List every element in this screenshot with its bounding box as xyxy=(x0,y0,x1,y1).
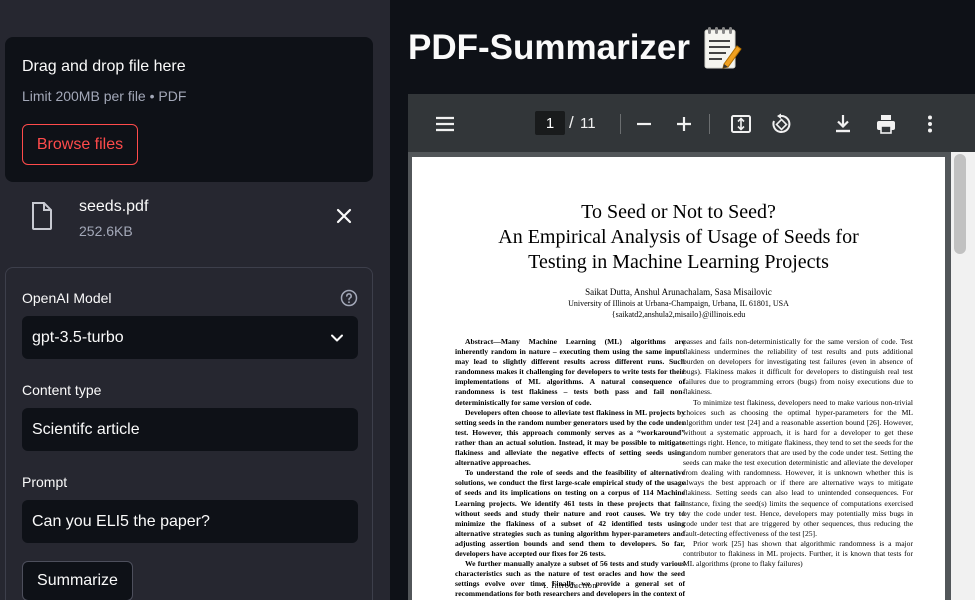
dropzone-limit-text: Limit 200MB per file • PDF xyxy=(22,88,187,104)
paper-title-line: An Empirical Analysis of Usage of Seeds … xyxy=(498,226,859,248)
total-pages: 11 xyxy=(580,115,596,132)
memo-icon xyxy=(704,27,742,69)
summarizer-form: OpenAI Model gpt-3.5-turbo Content type … xyxy=(5,267,373,600)
uploaded-file-row: seeds.pdf 252.6KB xyxy=(0,190,390,250)
content-type-input[interactable]: Scientifc article xyxy=(22,408,358,451)
body-paragraph: Prior work [25] has shown that algorithm… xyxy=(683,538,913,569)
toolbar-divider xyxy=(620,114,621,134)
help-icon[interactable] xyxy=(340,289,358,307)
page-separator: / xyxy=(569,113,574,132)
scrollbar-thumb[interactable] xyxy=(954,154,966,254)
file-icon xyxy=(32,202,52,230)
prompt-input[interactable]: Can you ELI5 the paper? xyxy=(22,500,358,543)
abstract-paragraph: We further manually analyze a subset of … xyxy=(455,559,685,600)
paper-affiliation: University of Illinois at Urbana-Champai… xyxy=(568,299,789,308)
toolbar-divider xyxy=(709,114,710,134)
scrollbar[interactable] xyxy=(951,152,975,600)
rotate-icon[interactable] xyxy=(770,113,792,135)
close-icon[interactable] xyxy=(334,206,354,226)
body-paragraph: passes and fails non-deterministically f… xyxy=(683,337,913,397)
sidebar: Drag and drop file here Limit 200MB per … xyxy=(0,0,390,600)
model-label: OpenAI Model xyxy=(22,290,112,306)
content-type-label: Content type xyxy=(22,382,102,398)
pdf-viewer: 1 / 11 To Seed or Not to Seed? An Empiri… xyxy=(408,94,975,600)
paper-authors-block: Saikat Dutta, Anshul Arunachalam, Sasa M… xyxy=(412,287,945,320)
abstract-paragraph: To understand the role of seeds and the … xyxy=(455,468,685,558)
menu-icon[interactable] xyxy=(434,113,456,135)
prompt-label: Prompt xyxy=(22,474,68,490)
page-title: PDF-Summarizer xyxy=(408,26,742,70)
paper-abstract: Abstract—Many Machine Learning (ML) algo… xyxy=(455,337,685,600)
zoom-out-icon[interactable] xyxy=(633,113,655,135)
paper-title: To Seed or Not to Seed? An Empirical Ana… xyxy=(412,200,945,275)
content-type-value: Scientifc article xyxy=(32,420,140,438)
pdf-toolbar: 1 / 11 xyxy=(408,94,975,152)
print-icon[interactable] xyxy=(875,113,897,135)
fit-page-icon[interactable] xyxy=(730,113,752,135)
uploaded-file-size: 252.6KB xyxy=(79,223,133,239)
prompt-value: Can you ELI5 the paper? xyxy=(32,512,210,530)
uploaded-file-name: seeds.pdf xyxy=(79,198,149,215)
paper-right-column: passes and fails non-deterministically f… xyxy=(683,337,913,569)
chevron-down-icon xyxy=(331,334,343,342)
abstract-paragraph: Abstract—Many Machine Learning (ML) algo… xyxy=(455,337,685,407)
current-page-input[interactable]: 1 xyxy=(535,111,565,135)
model-select-value: gpt-3.5-turbo xyxy=(32,328,124,346)
paper-authors: Saikat Dutta, Anshul Arunachalam, Sasa M… xyxy=(585,287,772,297)
model-select[interactable]: gpt-3.5-turbo xyxy=(22,316,358,359)
file-dropzone[interactable]: Drag and drop file here Limit 200MB per … xyxy=(5,37,373,182)
paper-emails: {saikatd2,anshula2,misailo}@illinois.edu xyxy=(611,310,746,319)
zoom-in-icon[interactable] xyxy=(673,113,695,135)
body-paragraph: To minimize test flakiness, developers n… xyxy=(683,397,913,538)
paper-title-line: To Seed or Not to Seed? xyxy=(581,201,776,223)
download-icon[interactable] xyxy=(832,113,854,135)
pdf-page: To Seed or Not to Seed? An Empirical Ana… xyxy=(412,157,945,600)
abstract-paragraph: Developers often choose to alleviate tes… xyxy=(455,407,685,468)
dropzone-title: Drag and drop file here xyxy=(22,58,186,75)
more-options-icon[interactable] xyxy=(919,113,941,135)
page-title-text: PDF-Summarizer xyxy=(408,28,691,67)
summarize-button[interactable]: Summarize xyxy=(22,561,133,600)
browse-files-button[interactable]: Browse files xyxy=(22,124,138,165)
section-heading: I. Introduction xyxy=(543,581,597,590)
paper-title-line: Testing in Machine Learning Projects xyxy=(528,251,829,273)
